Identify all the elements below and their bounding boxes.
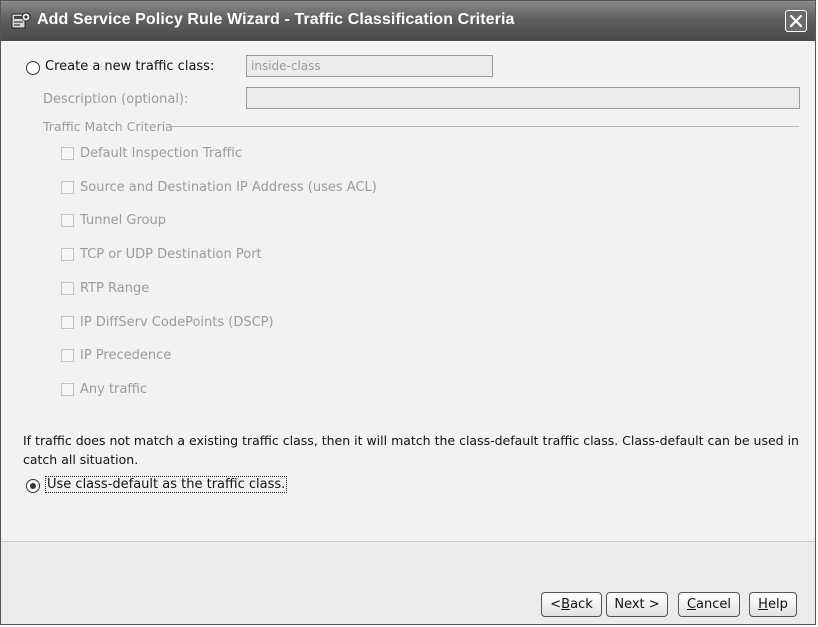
help-button[interactable]: Help: [749, 592, 797, 617]
title-bar[interactable]: Add Service Policy Rule Wizard - Traffic…: [1, 1, 815, 41]
use-class-default-radio[interactable]: [26, 479, 40, 493]
use-class-default-label-text: Use class-default as the traffic class.: [45, 476, 288, 493]
close-button[interactable]: [785, 10, 807, 32]
wizard-dialog: Add Service Policy Rule Wizard - Traffic…: [0, 0, 816, 625]
radio-selected-dot: [30, 483, 36, 489]
back-label-rest: ack: [570, 597, 593, 612]
checkbox-tcp-udp-port[interactable]: [61, 248, 74, 261]
asdm-app-icon: [11, 11, 31, 31]
create-new-class-radio[interactable]: [26, 61, 40, 75]
help-label-rest: elp: [767, 597, 788, 612]
button-bar: <Back Next > Cancel Help: [1, 542, 815, 624]
info-text: If traffic does not match a existing tra…: [23, 433, 799, 467]
next-button[interactable]: Next >: [606, 592, 668, 617]
window-title: Add Service Policy Rule Wizard - Traffic…: [37, 11, 515, 28]
checkbox-label-tcp-udp-port: TCP or UDP Destination Port: [80, 247, 262, 262]
checkbox-label-source-dest-ip: Source and Destination IP Address (uses …: [80, 180, 377, 195]
cancel-button[interactable]: Cancel: [678, 592, 740, 617]
checkbox-label-ip-precedence: IP Precedence: [80, 348, 172, 363]
checkbox-source-dest-ip[interactable]: [61, 181, 74, 194]
create-new-class-label[interactable]: Create a new traffic class:: [45, 59, 214, 74]
checkbox-label-default-inspection: Default Inspection Traffic: [80, 146, 242, 161]
checkbox-label-dscp: IP DiffServ CodePoints (DSCP): [80, 315, 274, 330]
description-input[interactable]: [246, 87, 800, 109]
dialog-content: Create a new traffic class: Description …: [1, 41, 815, 624]
cancel-mnemonic: C: [686, 597, 697, 612]
checkbox-default-inspection[interactable]: [61, 147, 74, 160]
checkbox-any-traffic[interactable]: [61, 383, 74, 396]
back-button[interactable]: <Back: [541, 592, 602, 617]
checkbox-label-any-traffic: Any traffic: [80, 382, 148, 397]
checkbox-ip-precedence[interactable]: [61, 349, 74, 362]
match-criteria-divider: [171, 126, 799, 127]
back-mnemonic: B: [561, 597, 571, 612]
back-arrow-text: <: [550, 597, 562, 612]
use-class-default-label[interactable]: Use class-default as the traffic class.: [45, 476, 288, 493]
checkbox-tunnel-group[interactable]: [61, 214, 74, 227]
cancel-label-rest: ancel: [696, 597, 732, 612]
match-criteria-group-label: Traffic Match Criteria: [43, 119, 173, 134]
checkbox-label-rtp-range: RTP Range: [80, 281, 150, 296]
close-icon: [789, 14, 803, 28]
help-mnemonic: H: [758, 597, 768, 612]
checkbox-label-tunnel-group: Tunnel Group: [80, 213, 167, 228]
checkbox-rtp-range[interactable]: [61, 282, 74, 295]
description-label: Description (optional):: [43, 92, 189, 107]
checkbox-dscp[interactable]: [61, 316, 74, 329]
traffic-class-name-input[interactable]: [246, 55, 493, 77]
